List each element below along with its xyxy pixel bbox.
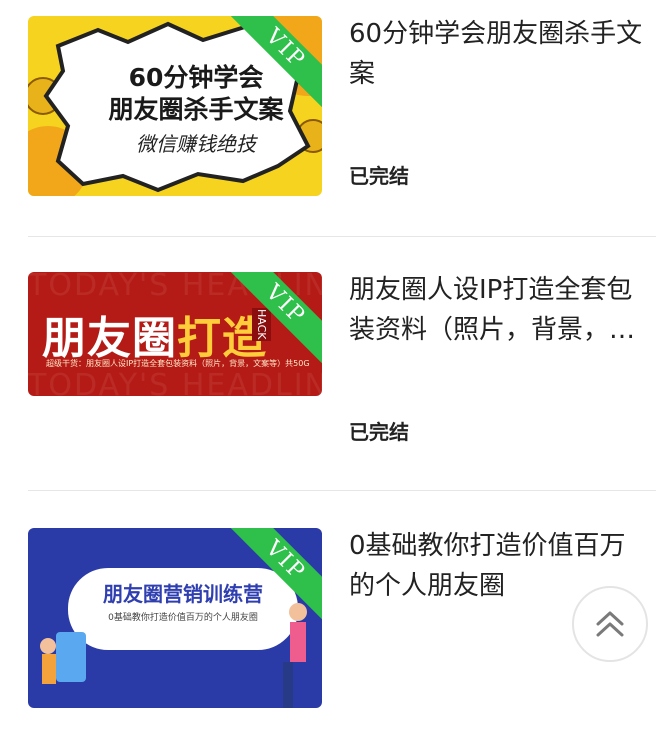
course-title[interactable]: 朋友圈人设IP打造全套包装资料（照片，背景，文案等）共50G [349,270,649,350]
status-label: 已完结 [349,164,409,188]
course-thumbnail[interactable]: 朋友圈营销训练营 0基础教你打造价值百万的个人朋友圈 VIP [28,528,322,708]
thumbnail-hack-tag: HACK [252,308,271,341]
course-thumbnail[interactable]: 60分钟学会 朋友圈杀手文案 微信赚钱绝技 VIP [28,16,322,196]
status-label: 已完结 [349,420,409,444]
thumbnail-background-text: TODAY'S HEADLINE [28,368,322,396]
course-title[interactable]: 60分钟学会朋友圈杀手文案 [349,14,649,94]
thumbnail-title: 60分钟学会 朋友圈杀手文案 [108,63,284,124]
course-item[interactable]: 朋友圈营销训练营 0基础教你打造价值百万的个人朋友圈 VIP 0基础教你打造价值… [0,512,656,748]
thumbnail-subtitle: 微信赚钱绝技 [136,132,256,156]
divider [28,236,656,237]
double-chevron-up-icon [596,611,624,637]
course-item[interactable]: TODAY'S HEADLINE TODAY'S HEADLINE 朋友圈打造 … [0,256,656,492]
course-thumbnail[interactable]: TODAY'S HEADLINE TODAY'S HEADLINE 朋友圈打造 … [28,272,322,396]
scroll-to-top-button[interactable] [572,586,648,662]
thumbnail-title: 朋友圈打造 [42,313,267,364]
course-item[interactable]: 60分钟学会 朋友圈杀手文案 微信赚钱绝技 VIP 60分钟学会朋友圈杀手文案 … [0,0,656,236]
divider [28,490,656,491]
thumbnail-subtitle: 超级干货：朋友圈人设IP打造全套包装资料（照片，背景，文案等）共50G [46,359,310,368]
